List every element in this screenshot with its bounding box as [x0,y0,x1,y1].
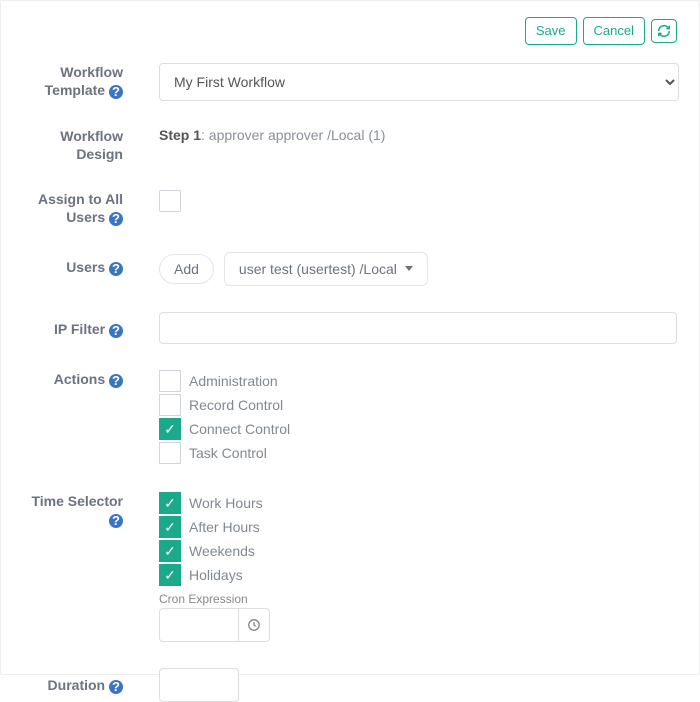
action-checkbox[interactable]: ✓ [159,418,181,440]
row-workflow-template: Workflow Template ? My First Workflow [23,63,677,101]
workflow-template-select[interactable]: My First Workflow [159,63,679,101]
label-text: Actions [54,371,105,387]
label-duration: Duration ? [23,668,131,694]
help-icon[interactable]: ? [109,374,123,388]
workflow-design-step: Step 1: approver approver /Local (1) [159,127,677,143]
action-option: Task Control [159,442,677,464]
time-checkbox[interactable]: ✓ [159,540,181,562]
label-text: IP Filter [54,321,105,337]
ip-filter-input[interactable] [159,312,677,344]
action-checkbox[interactable] [159,370,181,392]
form-toolbar: Save Cancel [23,11,677,63]
field-time-selector: ✓ Work Hours ✓ After Hours ✓ Weekends ✓ Holiday… [159,492,677,642]
cron-expression-input[interactable] [159,608,239,642]
help-icon[interactable]: ? [109,85,123,99]
time-checkbox[interactable]: ✓ [159,516,181,538]
label-workflow-template: Workflow Template ? [23,63,131,99]
help-icon[interactable]: ? [109,324,123,338]
field-duration [159,668,677,702]
action-option: ✓ Connect Control [159,418,677,440]
row-workflow-design: Workflow Design Step 1: approver approve… [23,127,677,163]
row-users: Users ? Add user test (usertest) /Local [23,252,677,286]
field-ip-filter [159,312,677,344]
refresh-icon [657,24,671,38]
check-icon: ✓ [164,520,176,534]
label-text: Time Selector [31,493,123,509]
action-option: Record Control [159,394,677,416]
label-text: Users [66,259,105,275]
cron-expression-label: Cron Expression [159,592,677,606]
action-checkbox[interactable] [159,442,181,464]
row-actions: Actions ? Administration Record Control ✓ C… [23,370,677,466]
help-icon[interactable]: ? [109,262,123,276]
help-icon[interactable]: ? [109,680,123,694]
label-text: Workflow Design [60,128,123,162]
time-label: Weekends [189,543,255,559]
time-option: ✓ Weekends [159,540,677,562]
label-time-selector: Time Selector ? [23,492,131,528]
field-workflow-template: My First Workflow [159,63,677,101]
time-option: ✓ Holidays [159,564,677,586]
label-text: Duration [48,677,106,693]
row-ip-filter: IP Filter ? [23,312,677,344]
time-label: Work Hours [189,495,263,511]
action-option: Administration [159,370,677,392]
add-user-button[interactable]: Add [159,254,214,284]
field-assign-all [159,190,677,215]
action-label: Administration [189,373,278,389]
time-checkbox[interactable]: ✓ [159,564,181,586]
caret-down-icon [405,266,413,271]
row-time-selector: Time Selector ? ✓Work Hours✓After Hours✓… [23,492,677,642]
time-checkbox[interactable]: ✓ [159,492,181,514]
row-assign-all: Assign to All Users ? [23,190,677,226]
field-actions: Administration Record Control ✓ Connect Con… [159,370,677,466]
cron-clock-button[interactable] [239,608,270,642]
user-dropdown-label: user test (usertest) /Local [239,261,397,277]
label-users: Users ? [23,252,131,276]
action-label: Connect Control [189,421,290,437]
step-text: : approver approver /Local (1) [201,127,385,143]
refresh-button[interactable] [651,19,677,43]
check-icon: ✓ [164,422,176,436]
check-icon: ✓ [164,496,176,510]
action-label: Record Control [189,397,283,413]
field-users: Add user test (usertest) /Local [159,252,677,286]
check-icon: ✓ [164,544,176,558]
time-option: ✓ Work Hours [159,492,677,514]
assign-all-checkbox[interactable] [159,190,181,212]
workflow-form-panel: Save Cancel Workflow Template ? My First… [0,0,700,675]
time-option: ✓ After Hours [159,516,677,538]
row-duration: Duration ? [23,668,677,702]
check-icon: ✓ [164,568,176,582]
step-label: Step 1 [159,127,201,143]
help-icon[interactable]: ? [109,514,123,528]
time-label: After Hours [189,519,260,535]
label-workflow-design: Workflow Design [23,127,131,163]
label-actions: Actions ? [23,370,131,388]
label-ip-filter: IP Filter ? [23,312,131,338]
cancel-button[interactable]: Cancel [583,17,645,45]
action-label: Task Control [189,445,267,461]
label-assign-all: Assign to All Users ? [23,190,131,226]
help-icon[interactable]: ? [109,212,123,226]
save-button[interactable]: Save [525,17,577,45]
user-dropdown[interactable]: user test (usertest) /Local [224,252,428,286]
duration-input[interactable] [159,668,239,702]
cron-input-group [159,608,677,642]
clock-icon [247,618,261,632]
time-label: Holidays [189,567,243,583]
action-checkbox[interactable] [159,394,181,416]
